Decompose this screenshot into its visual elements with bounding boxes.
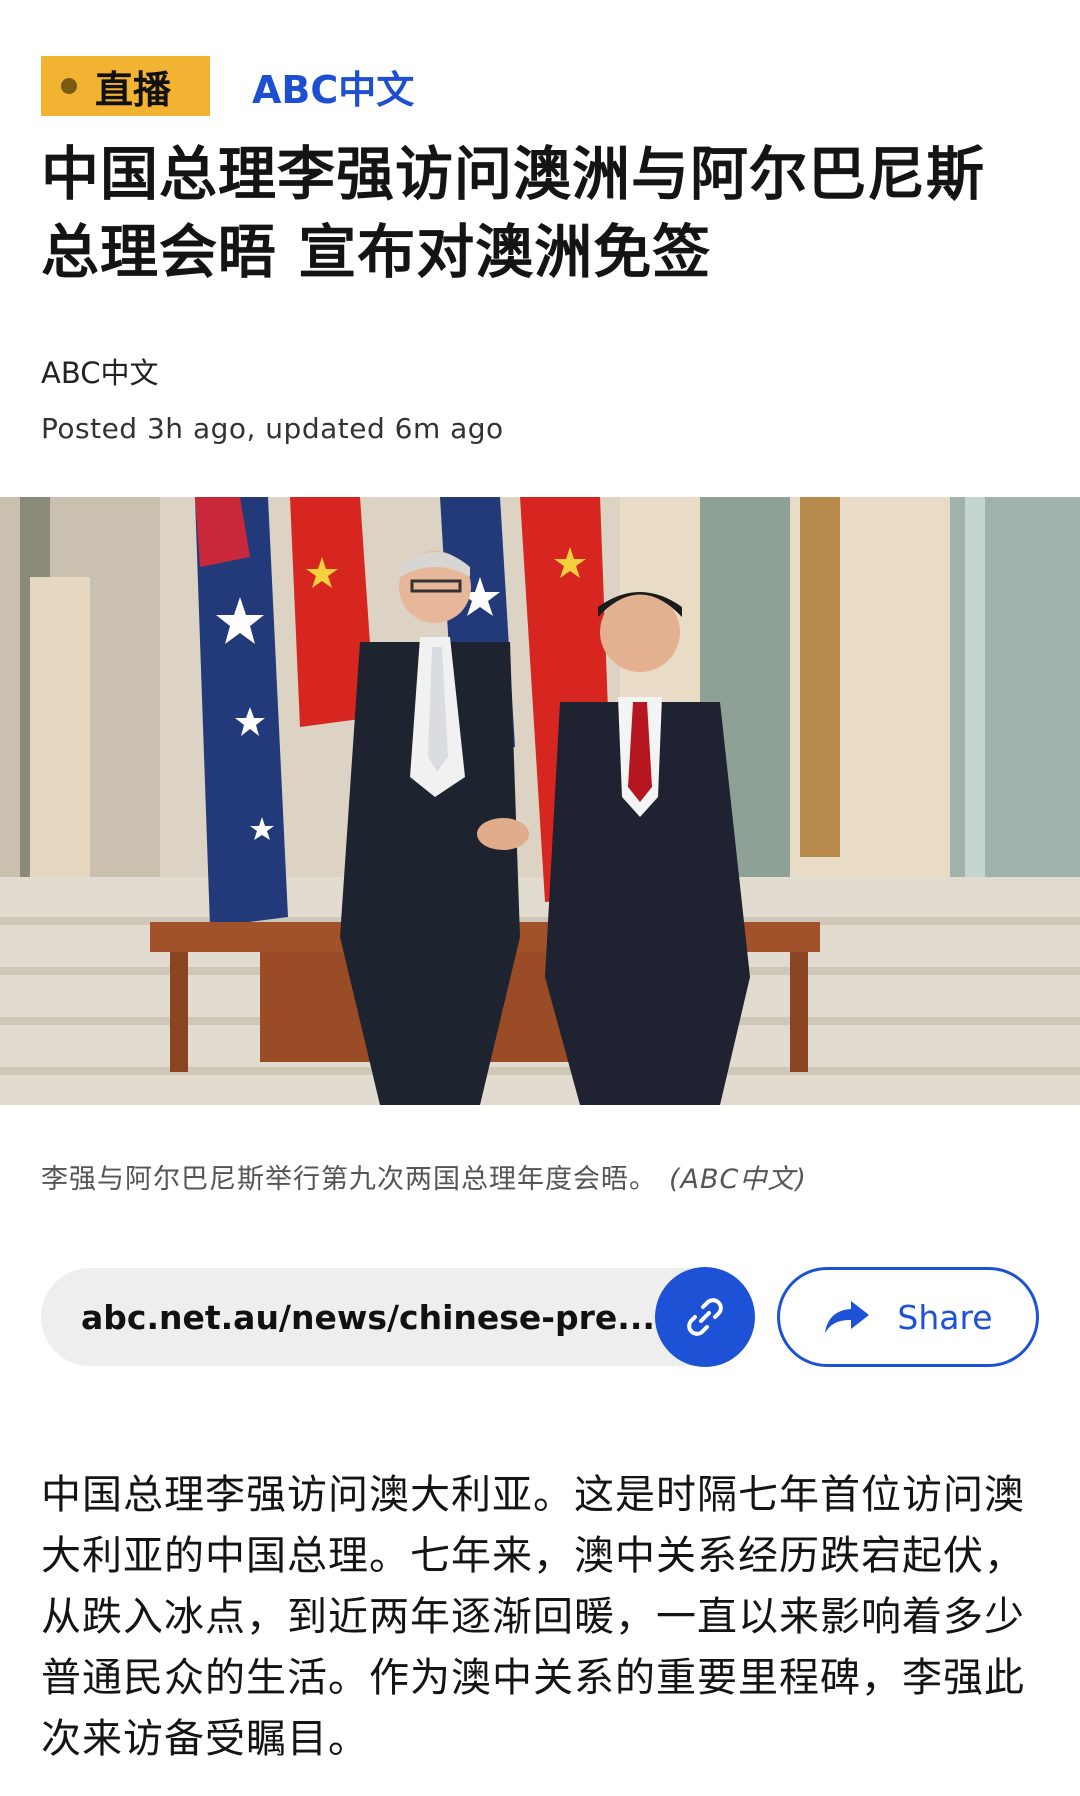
article-body: 中国总理李强访问澳大利亚。这是时隔七年首位访问澳大利亚的中国总理。七年来，澳中关… — [41, 1472, 1025, 1762]
article-timestamp: Posted 3h ago, updated 6m ago — [41, 412, 504, 445]
article-byline[interactable]: ABC中文 — [41, 350, 158, 392]
article-headline: 中国总理李强访问澳洲与阿尔巴尼斯总理会晤 宣布对澳洲免签 — [41, 140, 986, 286]
url-bar[interactable]: abc.net.au/news/chinese-pre... — [41, 1268, 751, 1366]
copy-link-button[interactable] — [655, 1267, 755, 1367]
link-icon — [687, 1298, 723, 1336]
share-arrow-icon — [823, 1297, 871, 1337]
live-label: 直播 — [95, 67, 172, 112]
article-url: abc.net.au/news/chinese-pre... — [81, 1297, 655, 1337]
image-caption: 李强与阿尔巴尼斯举行第九次两国总理年度会晤。 (ABC中文) — [41, 1157, 807, 1196]
live-dot-icon — [61, 78, 77, 94]
share-button[interactable]: Share — [777, 1267, 1039, 1367]
source-link[interactable]: ABC中文 — [252, 59, 414, 114]
caption-credit: (ABC中文) — [669, 1164, 807, 1195]
hero-image[interactable] — [0, 497, 1080, 1105]
hero-photo — [0, 497, 1080, 1105]
share-label: Share — [897, 1297, 993, 1337]
top-row: 直播 ABC中文 — [41, 56, 414, 116]
caption-text: 李强与阿尔巴尼斯举行第九次两国总理年度会晤。 — [41, 1164, 657, 1195]
live-badge[interactable]: 直播 — [41, 56, 210, 116]
